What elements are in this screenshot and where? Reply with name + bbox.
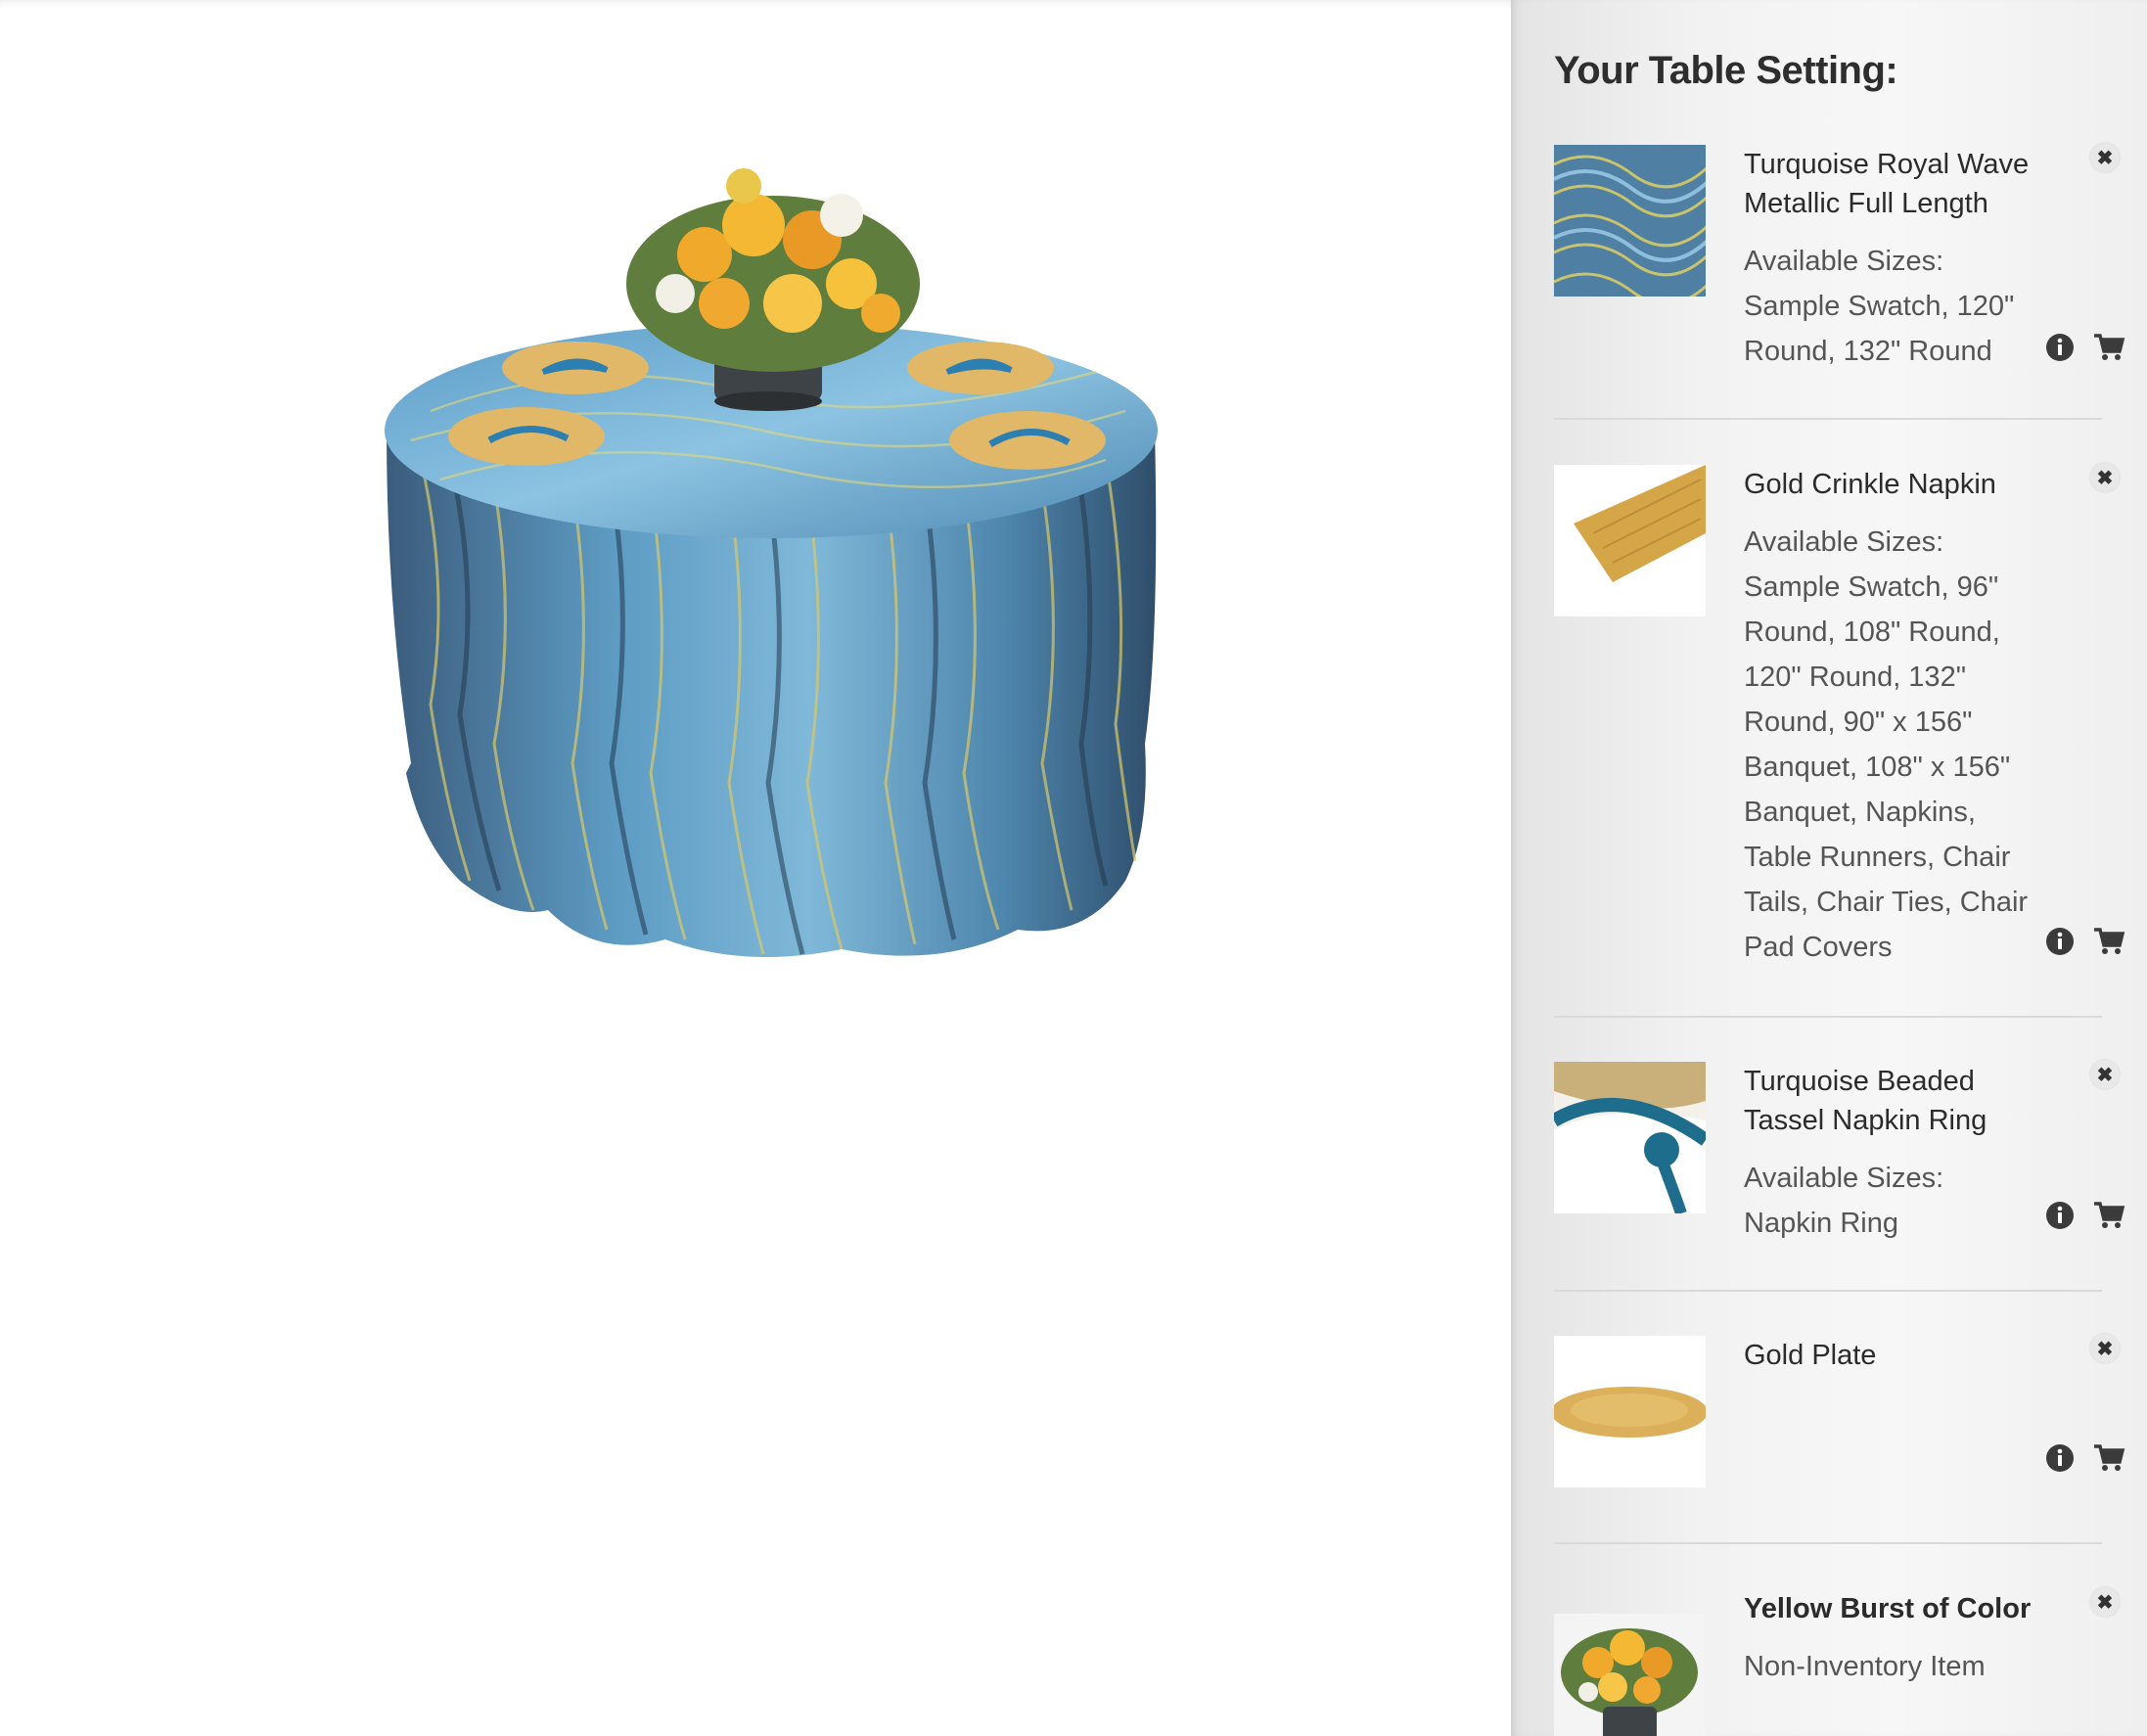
item-name: Turquoise Royal Wave Metallic Full Lengt… — [1744, 149, 2030, 219]
sizes-label: Available Sizes: — [1744, 1163, 1944, 1194]
info-icon[interactable] — [2043, 1199, 2077, 1232]
sidebar-title: Your Table Setting: — [1554, 49, 1898, 92]
divider — [1554, 1290, 2102, 1292]
item-name: Yellow Burst of Color — [1744, 1593, 2032, 1624]
divider — [1554, 1016, 2102, 1018]
info-icon[interactable] — [2043, 1441, 2077, 1475]
add-to-cart-icon[interactable] — [2092, 1199, 2125, 1232]
item-sizes: Available Sizes: Sample Swatch, 96" Roun… — [1744, 520, 2047, 970]
table-preview-canvas — [0, 0, 1511, 1736]
yellow-flower-arrangement-thumbnail[interactable] — [1554, 1614, 1706, 1736]
sizes-list: Sample Swatch, 96" Round, 108" Round, 12… — [1744, 571, 2029, 963]
turquoise-napkin-ring-thumbnail[interactable] — [1554, 1062, 1706, 1213]
sizes-list: Napkin Ring — [1744, 1208, 1898, 1239]
item-sizes: Available Sizes: Sample Swatch, 120" Rou… — [1744, 239, 2047, 374]
remove-item-button[interactable]: ✖ — [2090, 143, 2120, 172]
item-name: Turquoise Beaded Tassel Napkin Ring — [1744, 1066, 1987, 1136]
turquoise-wave-fabric-thumbnail[interactable] — [1554, 145, 1706, 297]
gold-napkin-thumbnail[interactable] — [1554, 465, 1706, 617]
close-icon: ✖ — [2096, 1338, 2114, 1360]
sizes-label: Available Sizes: — [1744, 526, 1944, 558]
add-to-cart-icon[interactable] — [2092, 925, 2125, 958]
divider — [1554, 1542, 2102, 1544]
close-icon: ✖ — [2096, 1591, 2114, 1614]
sizes-list: Non-Inventory Item — [1744, 1651, 1986, 1682]
remove-item-button[interactable]: ✖ — [2090, 1060, 2120, 1089]
remove-item-button[interactable]: ✖ — [2090, 1587, 2120, 1617]
gold-plate-thumbnail[interactable] — [1554, 1336, 1706, 1487]
flower-arrangement — [626, 168, 920, 372]
item-sizes: Available Sizes: Napkin Ring — [1744, 1156, 2047, 1246]
item-name: Gold Crinkle Napkin — [1744, 469, 1996, 500]
close-icon: ✖ — [2096, 147, 2114, 169]
info-icon[interactable] — [2043, 925, 2077, 958]
add-to-cart-icon[interactable] — [2092, 331, 2125, 364]
item-sizes: Non-Inventory Item — [1744, 1644, 2047, 1689]
close-icon: ✖ — [2096, 1064, 2114, 1086]
table-preview-image — [385, 168, 1158, 957]
item-name: Gold Plate — [1744, 1340, 1877, 1371]
remove-item-button[interactable]: ✖ — [2090, 1334, 2120, 1363]
info-icon[interactable] — [2043, 331, 2077, 364]
divider — [1554, 418, 2102, 420]
close-icon: ✖ — [2096, 467, 2114, 489]
remove-item-button[interactable]: ✖ — [2090, 463, 2120, 492]
sizes-label: Available Sizes: — [1744, 246, 1944, 277]
sizes-list: Sample Swatch, 120" Round, 132" Round — [1744, 291, 2015, 367]
table-setting-sidebar: Your Table Setting: Turquoise Royal Wave… — [1511, 0, 2147, 1736]
add-to-cart-icon[interactable] — [2092, 1441, 2125, 1475]
